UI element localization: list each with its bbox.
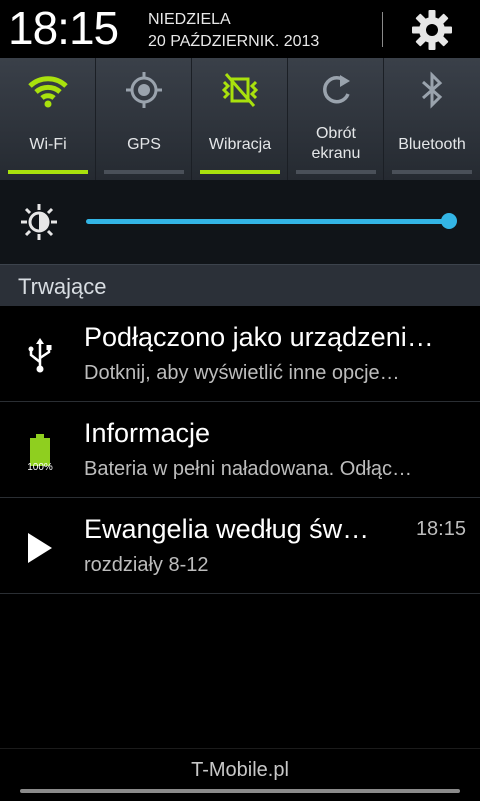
toggle-indicator [104,170,184,174]
toggle-label: Bluetooth [398,136,466,153]
notification-battery[interactable]: 100% Informacje Bateria w pełni naładowa… [0,402,480,498]
toggle-wifi[interactable]: Wi-Fi [0,58,96,180]
toggle-indicator [8,170,88,174]
toggle-indicator [296,170,376,174]
toggle-bluetooth[interactable]: Bluetooth [384,58,480,180]
notification-text: Bateria w pełni naładowana. Odłąc… [84,458,412,480]
day-label: NIEDZIELA [148,11,231,28]
status-header: 18:15 NIEDZIELA 20 PAŹDZIERNIK. 2013 [0,0,480,58]
ongoing-section-header: Trwające [0,264,480,307]
notification-title: Informacje [84,418,211,448]
drag-handle[interactable] [20,789,460,793]
brightness-slider-handle[interactable] [441,213,457,229]
date-label: 20 PAŹDZIERNIK. 2013 [148,33,320,50]
play-icon [28,533,52,563]
notification-text: Dotknij, aby wyświetlić inne opcje… [84,362,400,384]
toggle-label: Wi-Fi [29,136,67,153]
section-title: Trwające [18,274,107,299]
brightness-slider[interactable] [86,219,450,224]
brightness-icon[interactable] [20,203,58,241]
notification-text: rozdziały 8-12 [84,554,209,576]
footer: T-Mobile.pl [0,748,480,801]
rotate-icon [323,75,350,104]
gear-icon[interactable] [410,8,454,52]
wifi-icon [28,76,68,108]
header-divider [382,12,383,47]
battery-badge: 100% [27,462,53,472]
clock: 18:15 [8,2,119,54]
carrier-label: T-Mobile.pl [191,759,289,781]
notification-title: Podłączono jako urządzeni… [84,322,434,352]
toggle-gps[interactable]: GPS [96,58,192,180]
notification-time: 18:15 [415,518,466,540]
toggle-label: Wibracja [208,136,272,153]
battery-full-icon: 100% [27,434,53,472]
toggle-vibration[interactable]: Wibracja [192,58,288,180]
toggle-label: Obrót ekranu [311,125,361,162]
toggle-indicator [392,170,472,174]
notification-usb[interactable]: Podłączono jako urządzeni… Dotknij, aby … [0,306,480,402]
vibration-icon [221,73,259,107]
usb-icon [28,338,52,373]
notification-title: Ewangelia według św… [84,514,370,544]
notification-media[interactable]: Ewangelia według św… 18:15 rozdziały 8-1… [0,498,480,594]
toggle-label: GPS [127,136,161,153]
bluetooth-icon [422,71,443,109]
toggle-rotation[interactable]: Obrót ekranu [288,58,384,180]
toggle-indicator [200,170,280,174]
gps-icon [126,72,162,108]
quick-settings-panel: Wi-Fi GPS Wibracja Obrót ekranu Bluetoot… [0,58,480,180]
